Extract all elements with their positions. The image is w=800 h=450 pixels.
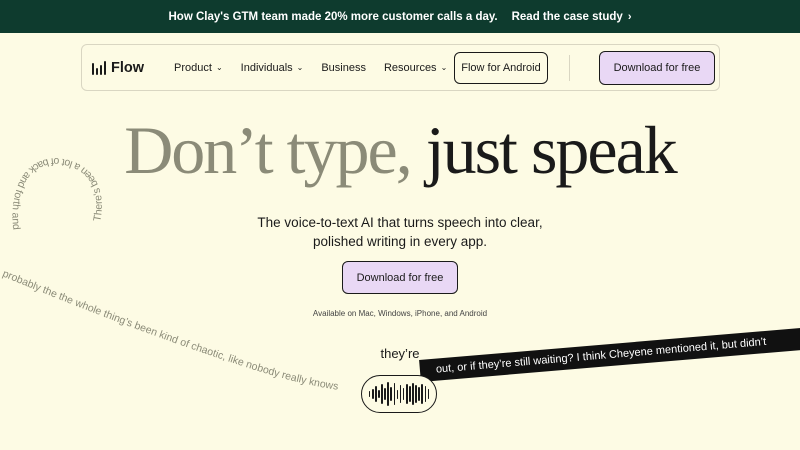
hero-subheading: The voice-to-text AI that turns speech i… [257, 215, 543, 249]
hero-headline: Don’t type, just speak [0, 116, 800, 184]
curve-transcript-text: probably the the whole thing’s been kind… [1, 268, 339, 393]
headline-light: Don’t type, [124, 112, 412, 188]
voice-waveform-icon[interactable] [361, 375, 437, 413]
hero-download-button[interactable]: Download for free [342, 261, 458, 294]
platform-availability: Available on Mac, Windows, iPhone, and A… [312, 309, 488, 318]
headline-dark: just speak [425, 112, 678, 188]
